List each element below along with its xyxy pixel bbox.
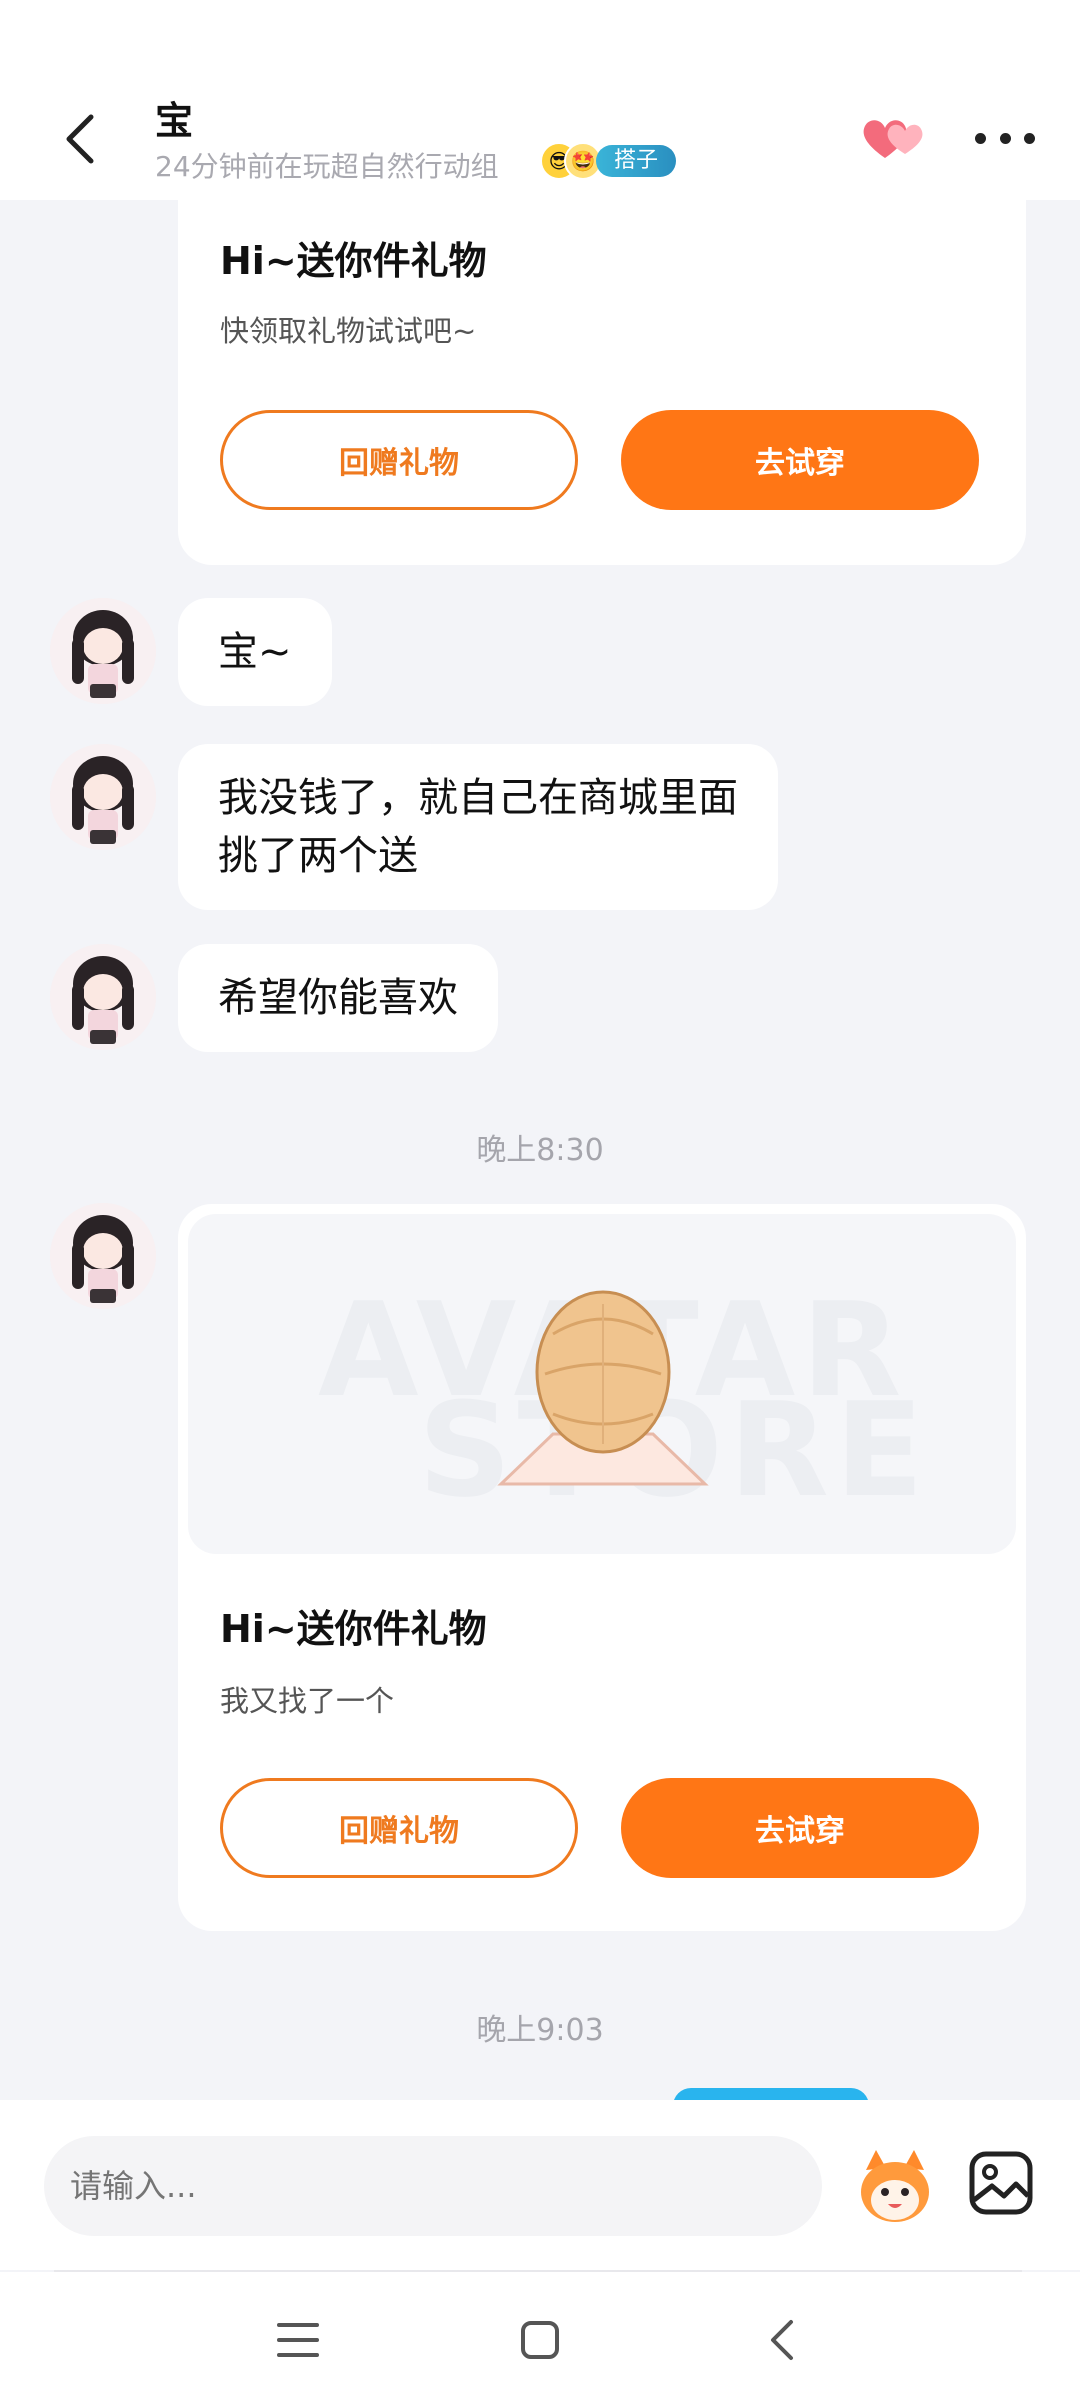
hearts-icon (863, 120, 923, 158)
gift-preview[interactable]: AVATAR STORE (188, 1214, 1016, 1554)
chat-subtitle: 24分钟前在玩超自然行动组 (155, 150, 499, 183)
input-bar (0, 2100, 1080, 2270)
avatar-image (50, 598, 156, 704)
nav-home-button[interactable] (510, 2310, 570, 2370)
return-gift-button[interactable]: 回赠礼物 (220, 410, 578, 510)
back-icon (771, 2320, 793, 2360)
timestamp: 晚上8:30 (476, 1133, 604, 1168)
sticker-mascot-icon (861, 2150, 929, 2222)
status-bar (0, 0, 1080, 80)
timestamp: 晚上9:03 (476, 2013, 604, 2048)
partner-tag: 搭子 (596, 145, 677, 177)
home-icon (521, 2321, 559, 2359)
more-dot (975, 132, 986, 144)
image-button[interactable] (968, 2150, 1034, 2216)
gift-desc: 快领取礼物试试吧~ (220, 314, 477, 348)
avatar-image (50, 944, 156, 1050)
try-on-button[interactable]: 去试穿 (621, 1778, 979, 1878)
chat-area[interactable]: Hi~送你件礼物 快领取礼物试试吧~ 回赠礼物 去试穿 宝~ 我没钱了，就自己在… (0, 200, 1080, 2100)
avatar[interactable] (50, 1203, 156, 1309)
try-on-button[interactable]: 去试穿 (621, 410, 979, 510)
gift-card: Hi~送你件礼物 快领取礼物试试吧~ 回赠礼物 去试穿 (178, 200, 1026, 565)
message-bubble: 宝~ (178, 598, 332, 706)
gift-card: AVATAR STORE Hi~送你件礼物 我又找了一个 回赠礼物 去试穿 (178, 1204, 1026, 1931)
message-bubble: 希望你能喜欢 (178, 944, 498, 1052)
avatar[interactable] (50, 598, 156, 704)
sticker-button[interactable] (852, 2144, 938, 2230)
hair-item-image (497, 1290, 709, 1486)
more-dot (1024, 132, 1035, 144)
message-text: 挑了两个送 (218, 833, 418, 879)
partner-badge[interactable]: 😎 🤩 搭子 (540, 142, 677, 180)
gift-title: Hi~送你件礼物 (220, 239, 487, 283)
more-button[interactable] (975, 120, 1035, 156)
gift-title: Hi~送你件礼物 (220, 1607, 487, 1651)
avatar-image (50, 744, 156, 850)
chat-header: 宝 24分钟前在玩超自然行动组 😎 🤩 搭子 (0, 80, 1080, 200)
image-icon (969, 2151, 1033, 2215)
message-text: 希望你能喜欢 (218, 975, 458, 1021)
nav-menu-button[interactable] (268, 2310, 328, 2370)
more-dot (999, 132, 1011, 144)
avatar[interactable] (50, 744, 156, 850)
gift-desc: 我又找了一个 (220, 1684, 395, 1718)
hearts-button[interactable] (855, 108, 935, 168)
chevron-left-icon (66, 114, 94, 164)
return-gift-button[interactable]: 回赠礼物 (220, 1778, 578, 1878)
message-input[interactable] (44, 2136, 822, 2236)
message-text: 我没钱了，就自己在商城里面 (218, 775, 738, 821)
message-text: 宝~ (218, 629, 292, 675)
message-bubble: 我没钱了，就自己在商城里面 挑了两个送 (178, 744, 778, 910)
chat-title: 宝 (155, 99, 194, 143)
nav-back-button[interactable] (752, 2310, 812, 2370)
system-nav-bar (0, 2272, 1080, 2400)
back-button[interactable] (50, 104, 110, 174)
avatar[interactable] (50, 944, 156, 1050)
menu-icon (277, 2323, 319, 2357)
avatar-image (50, 1203, 156, 1309)
